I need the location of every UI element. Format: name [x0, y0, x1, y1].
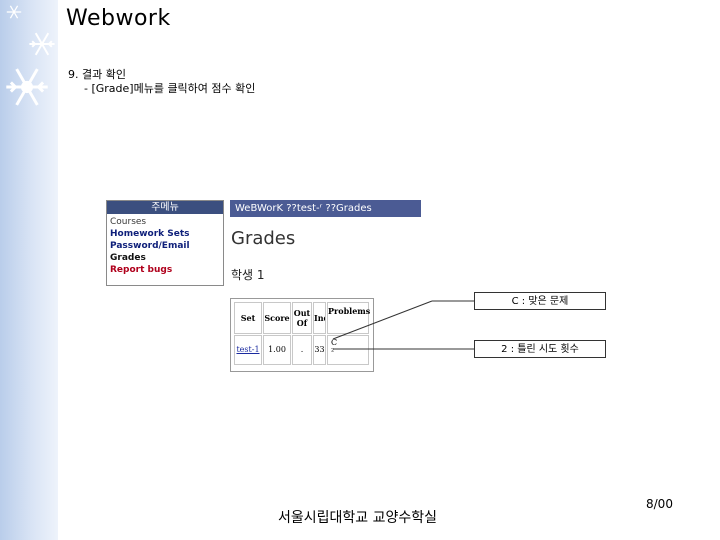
callout-wrong-attempts: 2 : 틀린 시도 횟수 [474, 340, 606, 358]
page-number: 8/00 [646, 497, 673, 511]
footer-organization: 서울시립대학교 교양수학실 [278, 510, 438, 526]
callout-correct-problems: C : 맞은 문제 [474, 292, 606, 310]
callout-lines [332, 300, 474, 350]
